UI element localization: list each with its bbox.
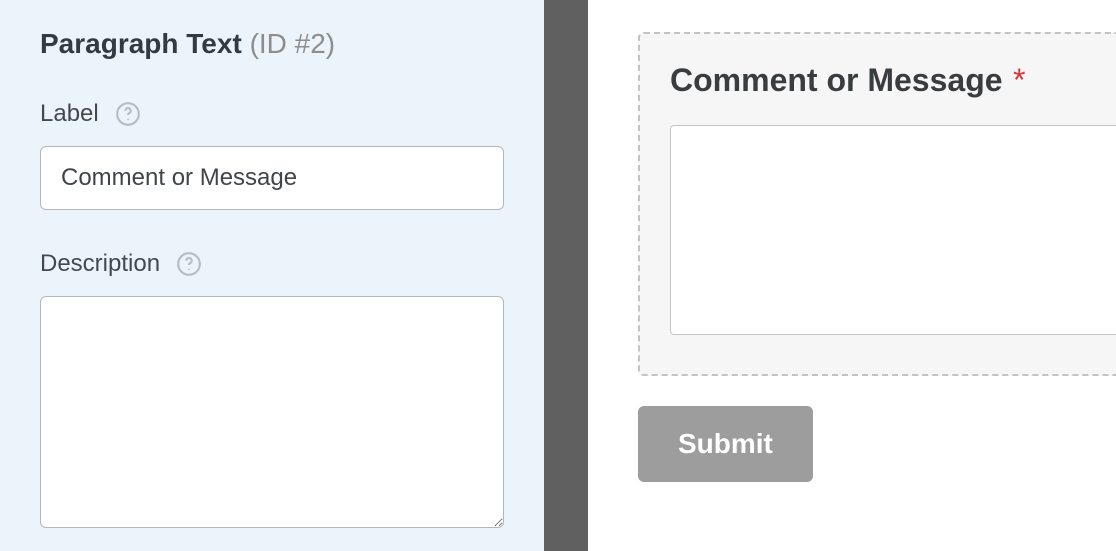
- label-field-label: Label: [40, 100, 99, 128]
- field-type-title: Paragraph Text: [40, 28, 242, 59]
- help-icon[interactable]: [115, 101, 141, 127]
- description-textarea[interactable]: [40, 296, 504, 528]
- preview-field-paragraph[interactable]: Comment or Message *: [638, 32, 1116, 376]
- label-row: Label: [40, 100, 504, 128]
- field-id-tag: (ID #2): [250, 28, 336, 59]
- label-field-group: Label: [40, 100, 504, 210]
- preview-field-label: Comment or Message: [670, 62, 1003, 98]
- submit-button[interactable]: Submit: [638, 406, 813, 482]
- description-field-label: Description: [40, 250, 160, 278]
- field-settings-sidebar: Paragraph Text (ID #2) Label Description: [0, 0, 544, 551]
- description-row: Description: [40, 250, 504, 278]
- label-input[interactable]: [40, 146, 504, 210]
- help-icon[interactable]: [176, 251, 202, 277]
- sidebar-heading: Paragraph Text (ID #2): [40, 28, 504, 60]
- panel-divider: [544, 0, 588, 551]
- preview-textarea[interactable]: [670, 125, 1116, 335]
- required-asterisk-icon: *: [1013, 62, 1025, 98]
- description-field-group: Description: [40, 250, 504, 533]
- form-preview: Comment or Message * Submit: [588, 0, 1116, 551]
- preview-field-label-row: Comment or Message *: [670, 62, 1116, 99]
